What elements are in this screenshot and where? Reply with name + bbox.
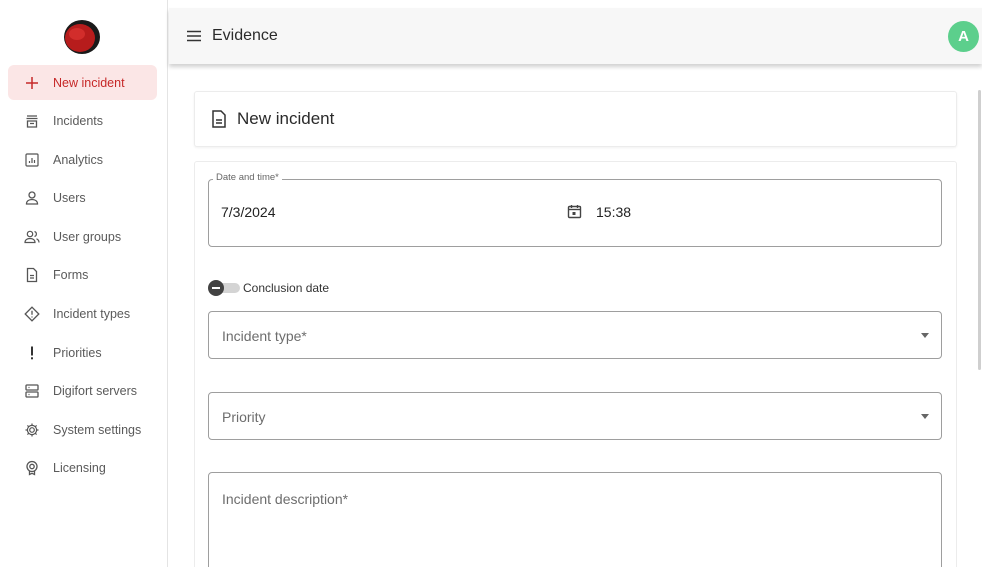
form-icon [24, 267, 40, 283]
scrollbar[interactable] [978, 90, 981, 370]
incident-description-field[interactable]: Incident description* [208, 472, 942, 567]
sidebar-item-label: User groups [53, 229, 122, 244]
sidebar-item-forms[interactable]: Forms [8, 258, 157, 293]
sidebar-item-label: Incident types [53, 307, 131, 322]
priority-placeholder: Priority [222, 409, 266, 425]
sidebar-item-licensing[interactable]: Licensing [8, 451, 157, 486]
date-input[interactable]: 7/3/2024 [221, 204, 276, 220]
inbox-icon [24, 113, 40, 129]
sidebar-item-label: Licensing [53, 461, 106, 476]
diamond-alert-icon [24, 306, 40, 322]
page-title: New incident [237, 109, 335, 128]
sidebar-nav: New incident Incidents Analytics Users U… [8, 65, 157, 490]
user-group-icon [24, 229, 40, 245]
sidebar-item-label: Analytics [53, 152, 104, 167]
app-title: Evidence [212, 27, 278, 44]
sidebar-item-label: System settings [53, 422, 142, 437]
sidebar-item-label: Forms [53, 268, 89, 283]
toggle-thumb [208, 280, 224, 296]
sidebar-item-incidents[interactable]: Incidents [8, 104, 157, 139]
exclamation-icon [24, 345, 40, 361]
incident-type-select[interactable]: Incident type* [208, 311, 942, 359]
sidebar-item-users[interactable]: Users [8, 181, 157, 216]
priority-select[interactable]: Priority [208, 392, 942, 440]
sidebar-item-label: Users [53, 191, 86, 206]
avatar[interactable]: A [948, 21, 979, 52]
analytics-icon [24, 152, 40, 168]
sidebar-item-label: Priorities [53, 345, 102, 360]
sidebar-item-label: Incidents [53, 114, 104, 129]
server-icon [24, 383, 40, 399]
incident-description-placeholder: Incident description* [222, 491, 349, 507]
conclusion-date-label: Conclusion date [243, 281, 330, 295]
sidebar-item-user-groups[interactable]: User groups [8, 219, 157, 254]
gear-icon [24, 422, 40, 438]
user-icon [24, 190, 40, 206]
license-icon [24, 460, 40, 476]
page-header-card: New incident [194, 91, 957, 147]
sidebar-item-digifort-servers[interactable]: Digifort servers [8, 374, 157, 409]
sidebar-item-priorities[interactable]: Priorities [8, 335, 157, 370]
sidebar-item-new-incident[interactable]: New incident [8, 65, 157, 100]
sidebar-item-label: Digifort servers [53, 384, 138, 399]
time-input[interactable]: 15:38 [596, 204, 631, 220]
plus-icon [24, 75, 40, 91]
calendar-icon[interactable] [567, 204, 582, 219]
dropdown-arrow-icon [921, 333, 929, 338]
document-icon [212, 110, 226, 128]
sidebar-item-incident-types[interactable]: Incident types [8, 297, 157, 332]
conclusion-date-toggle[interactable] [208, 280, 240, 296]
dropdown-arrow-icon [921, 414, 929, 419]
top-app-bar: Evidence A [169, 8, 982, 64]
app-logo [62, 18, 102, 56]
sidebar-item-analytics[interactable]: Analytics [8, 142, 157, 177]
sidebar: New incident Incidents Analytics Users U… [0, 0, 168, 567]
incident-type-placeholder: Incident type* [222, 328, 307, 344]
app-root: New incident Incidents Analytics Users U… [0, 0, 982, 567]
datetime-label: Date and time* [213, 172, 282, 183]
menu-icon[interactable] [186, 29, 202, 43]
sidebar-item-label: New incident [53, 75, 125, 90]
sidebar-item-system-settings[interactable]: System settings [8, 412, 157, 447]
